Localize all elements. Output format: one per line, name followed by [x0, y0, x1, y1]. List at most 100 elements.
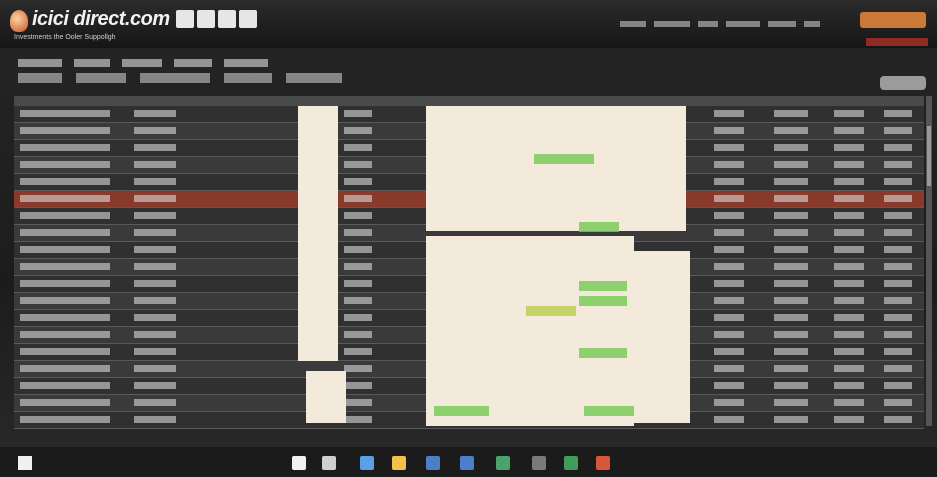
grid-cell — [20, 212, 110, 219]
watchlist-grid — [14, 96, 932, 429]
excel-icon[interactable] — [564, 456, 578, 470]
grid-cell — [714, 144, 744, 151]
grid-cell — [134, 195, 176, 202]
header-link-1[interactable] — [620, 21, 646, 27]
grid-cell — [884, 314, 912, 321]
grid-cell — [834, 229, 864, 236]
nav-item-2[interactable] — [74, 59, 110, 67]
grid-cell — [134, 399, 176, 406]
edge-icon[interactable] — [360, 456, 374, 470]
grid-cell — [134, 212, 176, 219]
grid-cell — [20, 297, 110, 304]
header-tab-3[interactable] — [218, 10, 236, 28]
grid-cell — [884, 263, 912, 270]
grid-cell — [20, 195, 110, 202]
sub-nav-item-4[interactable] — [224, 73, 272, 83]
change-cell-positive — [579, 348, 627, 358]
grid-cell — [884, 127, 912, 134]
grid-cell — [714, 348, 744, 355]
header-link-2[interactable] — [654, 21, 690, 27]
nav-item-5[interactable] — [224, 59, 268, 67]
icici-logo[interactable]: icici direct.com Investments the Ooler S… — [6, 2, 176, 46]
grid-cell — [834, 331, 864, 338]
grid-cell — [774, 416, 808, 423]
grid-cell — [714, 314, 744, 321]
grid-cell — [20, 314, 110, 321]
nav-item-1[interactable] — [18, 59, 62, 67]
grid-cell — [834, 212, 864, 219]
chrome-icon[interactable] — [496, 456, 510, 470]
system-clock[interactable] — [862, 452, 916, 472]
change-cell-neutral — [526, 306, 576, 316]
change-cell-positive — [584, 406, 634, 416]
grid-cell — [134, 365, 176, 372]
grid-cell — [714, 178, 744, 185]
nav-item-3[interactable] — [122, 59, 162, 67]
logo-text: icici direct.com — [32, 8, 170, 30]
grid-cell — [20, 365, 110, 372]
grid-cell — [344, 348, 372, 355]
browser-screen: icici direct.com Investments the Ooler S… — [0, 0, 937, 477]
watchlist-action-button[interactable] — [880, 76, 926, 90]
grid-cell — [884, 365, 912, 372]
sub-nav-item-2[interactable] — [76, 73, 126, 83]
grid-scroll-thumb[interactable] — [927, 126, 931, 186]
grid-cell — [344, 212, 372, 219]
header-tab-4[interactable] — [239, 10, 257, 28]
grid-cell — [834, 399, 864, 406]
grid-cell — [344, 246, 372, 253]
grid-cell — [344, 110, 372, 117]
grid-cell — [884, 195, 912, 202]
grid-cell — [20, 246, 110, 253]
grid-cell — [714, 331, 744, 338]
grid-cell — [884, 280, 912, 287]
grid-cell — [884, 161, 912, 168]
taskview-icon[interactable] — [322, 456, 336, 470]
office-icon[interactable] — [596, 456, 610, 470]
windows-start-icon[interactable] — [18, 456, 32, 470]
settings-icon[interactable] — [532, 456, 546, 470]
grid-cell — [774, 127, 808, 134]
sub-nav-item-3[interactable] — [140, 73, 210, 83]
header-tab-2[interactable] — [197, 10, 215, 28]
grid-cell — [714, 229, 744, 236]
grid-cell — [344, 416, 372, 423]
grid-cell — [834, 297, 864, 304]
explorer-icon[interactable] — [392, 456, 406, 470]
logo-tagline: Investments the Ooler Suppollgh — [14, 34, 116, 41]
grid-cell — [134, 229, 176, 236]
header-link-4[interactable] — [726, 21, 760, 27]
grid-cell — [714, 365, 744, 372]
grid-cell — [834, 263, 864, 270]
grid-cell — [20, 110, 110, 117]
grid-cell — [834, 127, 864, 134]
grid-cell — [344, 382, 372, 389]
header-link-5[interactable] — [768, 21, 796, 27]
grid-cell — [774, 144, 808, 151]
grid-cell — [344, 127, 372, 134]
grid-cell — [714, 297, 744, 304]
grid-cell — [834, 280, 864, 287]
nav-item-4[interactable] — [174, 59, 212, 67]
login-button[interactable] — [860, 12, 926, 28]
sub-nav-item-5[interactable] — [286, 73, 342, 83]
site-header: icici direct.com Investments the Ooler S… — [0, 0, 937, 48]
mail-icon[interactable] — [460, 456, 474, 470]
grid-cell — [344, 314, 372, 321]
header-tab-1[interactable] — [176, 10, 194, 28]
cortana-icon[interactable] — [292, 456, 306, 470]
change-cell-positive — [579, 296, 627, 306]
header-link-3[interactable] — [698, 21, 718, 27]
header-link-6[interactable] — [804, 21, 820, 27]
grid-cell — [20, 229, 110, 236]
change-cell-positive — [434, 406, 489, 416]
grid-cell — [20, 416, 110, 423]
pale-data-block-2 — [426, 236, 634, 426]
grid-header-row — [14, 96, 924, 106]
grid-cell — [774, 314, 808, 321]
grid-cell — [884, 144, 912, 151]
grid-cell — [20, 178, 110, 185]
store-icon[interactable] — [426, 456, 440, 470]
grid-cell — [344, 399, 372, 406]
sub-nav-item-1[interactable] — [18, 73, 62, 83]
